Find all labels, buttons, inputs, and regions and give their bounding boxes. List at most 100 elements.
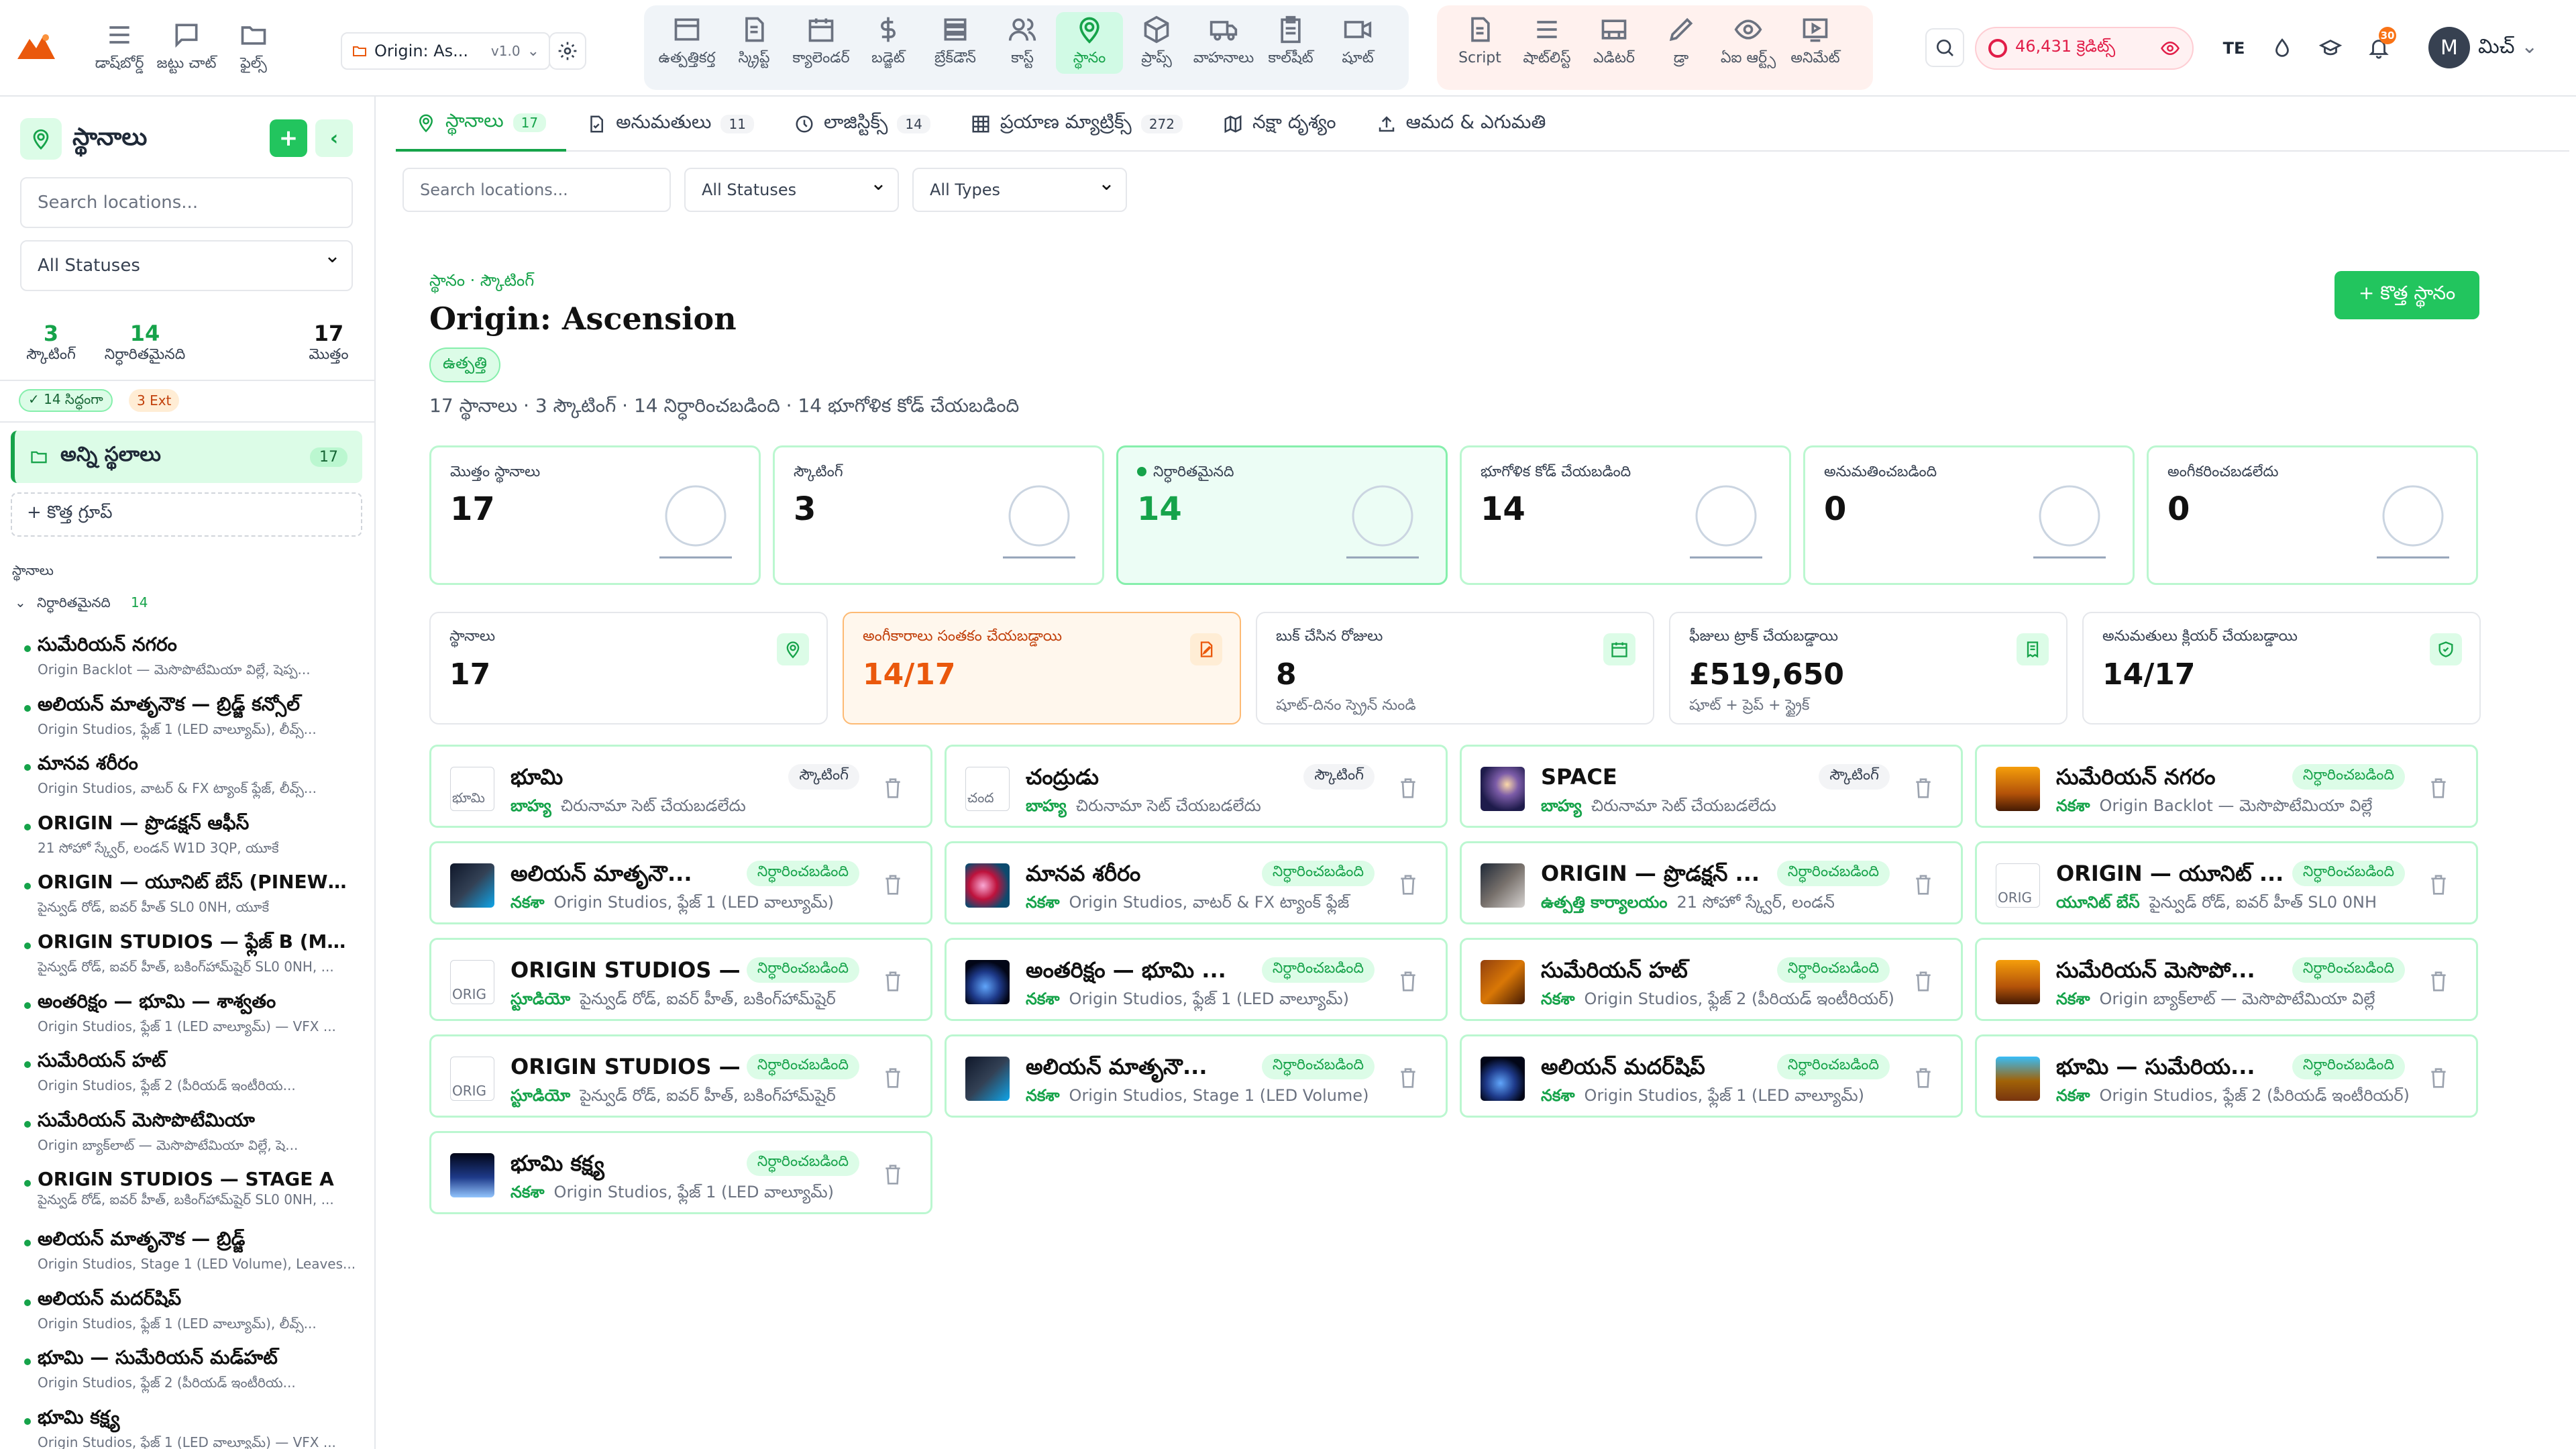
nav-props[interactable]: ప్రాప్స్ (1123, 12, 1190, 74)
sidebar-location-item[interactable]: భూమి కక్ష్య Origin Studios, ఫ్లేజ్ 1 (LED… (24, 1406, 360, 1449)
sidebar-search-input[interactable]: Search locations... (20, 177, 353, 228)
stat-card[interactable]: నిర్ధారితమైనది14[object Object] (1116, 445, 1448, 585)
type-filter-select[interactable]: All Types (912, 168, 1127, 212)
new-group-button[interactable]: + కొత్త గ్రూప్ (11, 492, 362, 537)
user-name[interactable]: మిచ్ ⌄ (2478, 35, 2538, 63)
location-card[interactable]: భూమి భూమి స్కౌటింగ్ బాహ్య చిరునామా సెట్ చేయబ… (429, 745, 932, 828)
sidebar-location-item[interactable]: అంతరిక్షం — భూమి — శాశ్వతం Origin Studios… (24, 990, 360, 1038)
location-card[interactable]: SPACE స్కౌటింగ్ బాహ్య చిరునామా సెట్ చేయబడలే… (1460, 745, 1963, 828)
sidebar-location-item[interactable]: సుమేరియన్ నగరం Origin Backlot — మెసొపొటేమ… (24, 633, 360, 681)
tool-script[interactable]: Script (1446, 12, 1513, 74)
metric-card[interactable]: అనుమతులు క్లియర్ చేయబడ్డాయి 14/17 (2082, 612, 2481, 724)
location-card[interactable]: అలియన్ మదర్‌షిప్ నిర్ధారించబడింది నకశా Orig… (1460, 1034, 1963, 1118)
stat-card[interactable]: మొత్తం స్థానాలు17[object Object] (429, 445, 761, 585)
tool-shotlist[interactable]: షాట్‌లిస్ట్ (1513, 12, 1580, 74)
sidebar-location-item[interactable]: ORIGIN — యూనిట్ బేస్ (PINEWOOD) పైన్వుడ్ … (24, 871, 360, 918)
metric-card[interactable]: అంగీకారాలు సంతకం చేయబడ్డాయి 14/17 (843, 612, 1241, 724)
group-confirmed-toggle[interactable]: ⌄ నిర్ధారితమైనది 14 (15, 594, 148, 614)
delete-button[interactable] (1913, 873, 1934, 897)
location-card[interactable]: మానవ శరీరం నిర్ధారించబడింది నకశా Origin Stu… (945, 841, 1448, 924)
learn-button[interactable] (2313, 31, 2348, 66)
location-card[interactable]: అలియన్ మాతృనౌ... నిర్ధారించబడింది నకశా Orig… (945, 1034, 1448, 1118)
location-card[interactable]: చంద చంద్రుడు స్కౌటింగ్ బాహ్య చిరునామా సెట్ చ… (945, 745, 1448, 828)
delete-button[interactable] (1397, 1066, 1419, 1090)
app-logo-icon[interactable] (15, 30, 58, 63)
sidebar-location-item[interactable]: అలియన్ మాతృనౌక — బ్రిడ్జ్ కన్సోల్ Origin … (24, 693, 360, 741)
delete-button[interactable] (1397, 969, 1419, 994)
stat-card[interactable]: భూగోళిక కోడ్ చేయబడింది14[object Object] (1460, 445, 1791, 585)
delete-button[interactable] (882, 1163, 904, 1187)
collapse-sidebar-button[interactable]: ‹ (315, 119, 353, 157)
nav-budget[interactable]: బడ్జెట్ (855, 12, 922, 74)
project-settings-button[interactable] (549, 32, 586, 70)
sidebar-location-item[interactable]: అలియన్ మాతృనౌక — బ్రిడ్జ్ Origin Studios,… (24, 1228, 360, 1272)
delete-button[interactable] (1913, 1066, 1934, 1090)
eye-icon[interactable] (2160, 38, 2180, 58)
location-card[interactable]: సుమేరియన్ మెసొపో... నిర్ధారించబడింది నకశా O… (1975, 938, 2478, 1021)
sidebar-item-all-locations[interactable]: అన్ని స్థలాలు 17 (11, 431, 362, 483)
nav-script[interactable]: స్క్రిప్ట్ (720, 12, 788, 74)
sidebar-location-item[interactable]: ORIGIN STUDIOS — ఫ్లేజ్ B (MOTHE... పైన్వ… (24, 930, 360, 978)
stat-card[interactable]: అనుమతించబడింది0[object Object] (1803, 445, 2135, 585)
nav-cast[interactable]: కాస్ట్ (989, 12, 1056, 74)
new-location-button[interactable]: + కొత్త స్థానం (2334, 271, 2479, 319)
sidebar-location-item[interactable]: సుమేరియన్ మెసొపొటేమియా Origin బ్యాక్‌లాట్… (24, 1109, 360, 1157)
location-card[interactable]: భూమి — సుమేరియ... నిర్ధారించబడింది నకశా Ori… (1975, 1034, 2478, 1118)
delete-button[interactable] (1913, 776, 1934, 800)
nav-callsheet[interactable]: కాల్‌షీట్ (1257, 12, 1324, 74)
delete-button[interactable] (882, 969, 904, 994)
tab-map-view[interactable]: నక్షా దృశ్యం (1203, 97, 1356, 152)
delete-button[interactable] (1397, 873, 1419, 897)
location-search-input[interactable]: Search locations... (402, 168, 671, 212)
tab-permits[interactable]: అనుమతులు 11 (566, 97, 774, 152)
metric-card[interactable]: ఫీజులు ట్రాక్ చేయబడ్డాయి £519,650 షూట్ + ప… (1669, 612, 2068, 724)
tab-locations[interactable]: స్థానాలు 17 (396, 97, 567, 152)
delete-button[interactable] (882, 873, 904, 897)
delete-button[interactable] (882, 1066, 904, 1090)
status-filter-select[interactable]: All Statuses (684, 168, 899, 212)
delete-button[interactable] (2428, 1066, 2449, 1090)
add-location-button[interactable]: + (270, 119, 307, 157)
nav-breakdown[interactable]: బ్రేక్‌డౌన్ (922, 12, 989, 74)
location-card[interactable]: ORIG ORIGIN — యూనిట్ ... నిర్ధారించబడింది య… (1975, 841, 2478, 924)
delete-button[interactable] (882, 776, 904, 800)
nav-location[interactable]: స్థానం (1056, 12, 1123, 74)
location-card[interactable]: ORIG ORIGIN STUDIOS — ... నిర్ధారించబడింది… (429, 1034, 932, 1118)
delete-button[interactable] (1913, 969, 1934, 994)
nav-dashboard[interactable]: డాష్‌బోర్డ్ (86, 17, 153, 79)
sidebar-location-item[interactable]: ORIGIN STUDIOS — STAGE A పైన్వుడ్ రోడ్, ఐ… (24, 1168, 360, 1211)
location-card[interactable]: సుమేరియన్ నగరం నిర్ధారించబడింది నకశా Origin… (1975, 745, 2478, 828)
nav-team-chat[interactable]: జట్టు చాట్ (153, 17, 220, 79)
delete-button[interactable] (2428, 873, 2449, 897)
sidebar-location-item[interactable]: భూమి — సుమేరియన్ మడ్‌హట్ Origin Studios, … (24, 1346, 360, 1394)
search-button[interactable] (1925, 28, 1964, 67)
location-card[interactable]: సుమేరియన్ హట్ నిర్ధారించబడింది నకశా Origin … (1460, 938, 1963, 1021)
location-card[interactable]: అంతరిక్షం — భూమి ... నిర్ధారించబడింది నకశా… (945, 938, 1448, 1021)
stat-card[interactable]: అంగీకరించబడలేదు0[object Object] (2147, 445, 2478, 585)
tool-animate[interactable]: అనిమేట్ (1782, 12, 1849, 74)
metric-card[interactable]: బుక్ చేసిన రోజులు 8 షూట్-దినం స్ప్రెన్ నుం… (1256, 612, 1654, 724)
avatar[interactable]: M (2428, 27, 2470, 68)
tool-editor[interactable]: ఎడిటర్ (1580, 12, 1648, 74)
tab-import-export[interactable]: ఆమద & ఎగుమతి (1356, 97, 1566, 152)
sidebar-location-item[interactable]: మానవ శరీరం Origin Studios, వాటర్ & FX ట్య… (24, 752, 360, 800)
nav-vehicles[interactable]: వాహనాలు (1190, 12, 1257, 74)
location-card[interactable]: ORIGIN — ప్రొడక్షన్ ... నిర్ధారించబడింది ఉ… (1460, 841, 1963, 924)
delete-button[interactable] (2428, 969, 2449, 994)
tab-travel-matrix[interactable]: ప్రయాణ మ్యాట్రిక్స్ 272 (951, 97, 1203, 152)
sidebar-location-item[interactable]: అలియన్ మదర్‌షిప్ Origin Studios, ఫ్లేజ్ 1… (24, 1287, 360, 1335)
delete-button[interactable] (1397, 776, 1419, 800)
stat-card[interactable]: స్కౌటింగ్3[object Object] (773, 445, 1104, 585)
metric-card[interactable]: స్థానాలు 17 (429, 612, 828, 724)
project-selector[interactable]: Origin: As... v1.0 ⌄ (341, 32, 550, 70)
tab-logistics[interactable]: లాజిస్టిక్స్ 14 (774, 97, 951, 152)
delete-button[interactable] (2428, 776, 2449, 800)
sidebar-status-select[interactable]: All Statuses (20, 240, 353, 291)
location-card[interactable]: అలియన్ మాతృనౌ... నిర్ధారించబడింది నకశా Orig… (429, 841, 932, 924)
tool-draw[interactable]: డ్రా (1648, 12, 1715, 74)
nav-producer[interactable]: ఉత్పత్తికర్త (653, 12, 720, 74)
location-card[interactable]: భూమి కక్ష్య నిర్ధారించబడింది నకశా Origin St… (429, 1131, 932, 1214)
notifications-button[interactable]: 30 (2361, 27, 2396, 66)
theme-toggle[interactable] (2265, 31, 2300, 66)
nav-calendar[interactable]: క్యాలెండర్ (788, 12, 855, 74)
